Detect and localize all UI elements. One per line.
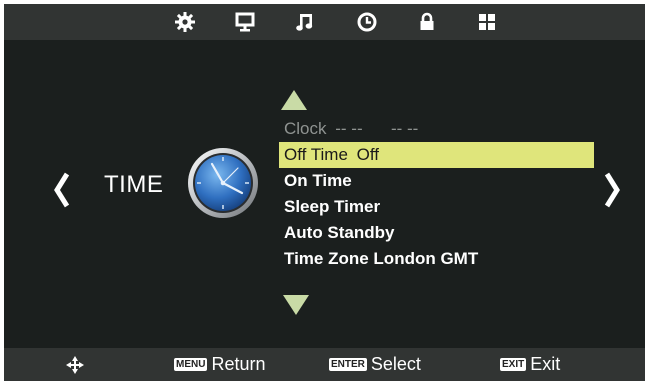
hint-return: MENU Return xyxy=(174,353,265,375)
grid-icon[interactable] xyxy=(476,11,498,33)
move-arrows-icon xyxy=(65,355,85,375)
menu-item-auto-standby[interactable]: Auto Standby xyxy=(279,220,594,246)
hint-select-label: Select xyxy=(370,354,421,374)
chevron-left-icon[interactable] xyxy=(52,170,72,210)
clock-category-icon xyxy=(186,146,260,220)
menu-item-clock: Clock -- -- -- -- xyxy=(279,116,594,142)
menu-item-value: Off xyxy=(356,145,380,164)
monitor-icon[interactable] xyxy=(234,11,256,33)
menu-item-label: Time Zone London GMT xyxy=(284,249,479,268)
menu-item-sleep-timer[interactable]: Sleep Timer xyxy=(279,194,594,220)
menu-item-label: On Time xyxy=(284,171,352,190)
category-title: TIME xyxy=(104,171,164,198)
menu-item-label: Off Time xyxy=(284,145,348,164)
menu-key-badge: MENU xyxy=(174,357,208,371)
scroll-up-arrow-icon[interactable] xyxy=(280,88,308,110)
scroll-down-arrow-icon[interactable] xyxy=(282,293,310,317)
top-menu-bar xyxy=(4,4,645,40)
lock-icon[interactable] xyxy=(416,11,438,33)
music-note-icon[interactable] xyxy=(294,11,316,33)
time-settings-menu: Clock -- -- -- -- Off Time Off On Time S… xyxy=(279,116,594,272)
hint-select: ENTER Select xyxy=(329,353,421,375)
bottom-hint-bar: MENU Return ENTER Select EXIT Exit xyxy=(4,348,645,381)
chevron-right-icon[interactable] xyxy=(602,170,622,210)
menu-item-label: Clock xyxy=(284,119,327,138)
hint-exit-label: Exit xyxy=(530,354,561,374)
menu-item-off-time[interactable]: Off Time Off xyxy=(279,142,594,168)
menu-item-time-zone[interactable]: Time Zone London GMT xyxy=(279,246,594,272)
exit-key-badge: EXIT xyxy=(500,357,527,371)
clock-icon[interactable] xyxy=(356,11,378,33)
menu-item-value: -- -- -- -- xyxy=(335,119,419,138)
menu-item-label: Sleep Timer xyxy=(284,197,381,216)
gear-icon[interactable] xyxy=(174,11,196,33)
enter-key-badge: ENTER xyxy=(329,357,367,371)
menu-item-on-time[interactable]: On Time xyxy=(279,168,594,194)
hint-return-label: Return xyxy=(211,354,266,374)
menu-item-label: Auto Standby xyxy=(284,223,395,242)
hint-exit: EXIT Exit xyxy=(500,353,560,375)
tv-osd-screen: TIME Clock -- -- -- -- Off Time Off On T… xyxy=(4,4,645,381)
